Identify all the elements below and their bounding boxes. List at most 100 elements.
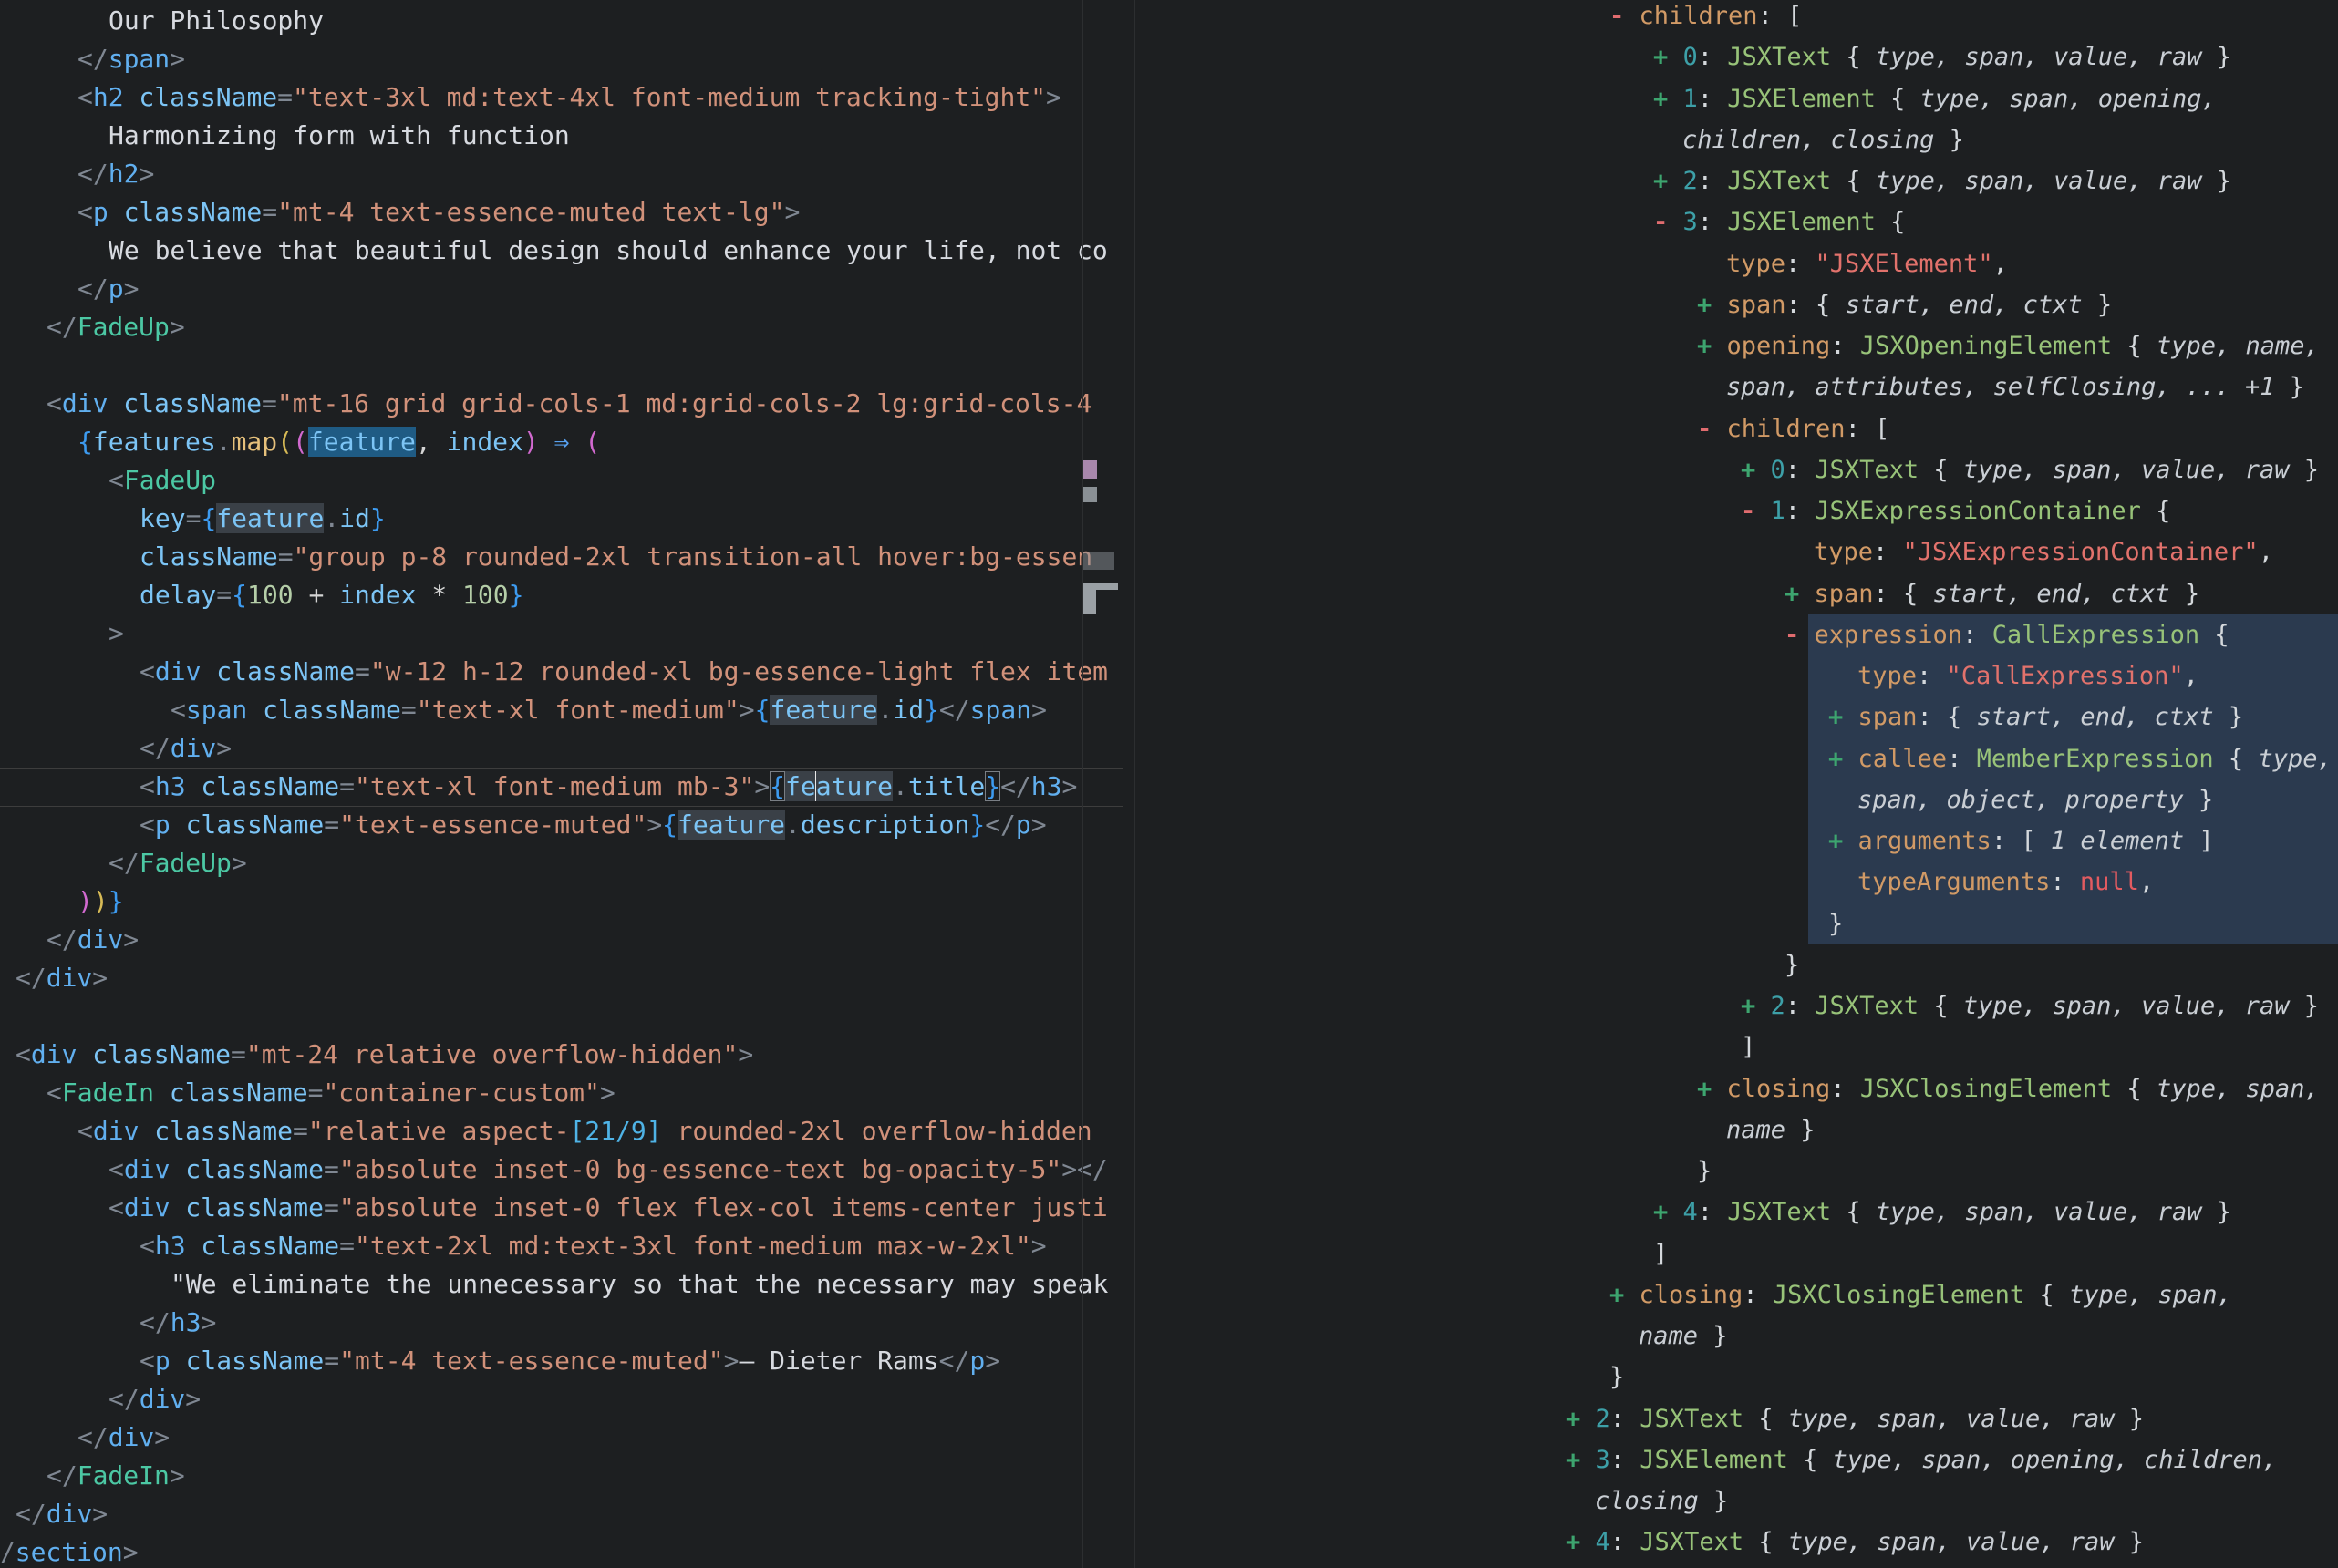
code-line[interactable]: <div className="absolute inset-0 bg-esse… xyxy=(0,1150,1123,1189)
expand-toggle-icon[interactable]: + xyxy=(1785,580,1815,608)
code-line[interactable]: </div> xyxy=(0,1495,1123,1533)
expand-toggle-icon[interactable]: + xyxy=(1566,1405,1596,1433)
ast-row[interactable]: + span: { start, end, ctxt } xyxy=(1135,573,2338,614)
ast-row[interactable]: - children: [ xyxy=(1135,0,2338,36)
code-line[interactable]: </p> xyxy=(0,270,1123,308)
expand-toggle-icon[interactable]: + xyxy=(1653,85,1683,113)
code-line-blank[interactable] xyxy=(0,346,1123,385)
code-line[interactable]: <span className="text-xl font-medium">{f… xyxy=(0,691,1123,729)
ast-row[interactable]: } xyxy=(1135,1357,2338,1398)
code-line[interactable]: <p className="mt-4 text-essence-muted">—… xyxy=(0,1342,1123,1380)
code-line[interactable]: <div className="mt-16 grid grid-cols-1 m… xyxy=(0,385,1123,423)
code-line[interactable]: <div className="w-12 h-12 rounded-xl bg-… xyxy=(0,653,1123,691)
code-line[interactable]: "We eliminate the unnecessary so that th… xyxy=(0,1265,1123,1304)
collapse-toggle-icon[interactable]: - xyxy=(1785,621,1815,649)
code-line[interactable]: <h3 className="text-xl font-medium mb-3"… xyxy=(0,768,1123,806)
code-line[interactable]: <h2 className="text-3xl md:text-4xl font… xyxy=(0,78,1123,117)
expand-toggle-icon[interactable]: + xyxy=(1609,1281,1640,1309)
ast-row[interactable]: ] xyxy=(1135,1233,2338,1274)
code-line[interactable]: <p className="text-essence-muted">{featu… xyxy=(0,806,1123,844)
code-line[interactable]: </div> xyxy=(0,1418,1123,1457)
collapse-toggle-icon[interactable]: - xyxy=(1741,497,1771,525)
collapse-toggle-icon[interactable]: - xyxy=(1609,2,1640,30)
ast-row[interactable]: name } xyxy=(1135,1315,2338,1357)
ast-row[interactable]: + 0: JSXText { type, span, value, raw } xyxy=(1135,449,2338,490)
code-line[interactable]: <div className="absolute inset-0 flex fl… xyxy=(0,1189,1123,1227)
ast-row[interactable]: closing } xyxy=(1135,1480,2338,1522)
code-line[interactable]: <FadeIn className="container-custom"> xyxy=(0,1074,1123,1112)
ast-row[interactable]: } xyxy=(1135,903,2338,944)
code-line[interactable]: Harmonizing form with function xyxy=(0,117,1123,155)
ast-row[interactable]: - expression: CallExpression { xyxy=(1135,614,2338,655)
ast-tree-pane[interactable]: - children: [+ 0: JSXText { type, span, … xyxy=(1135,0,2338,1568)
code-line[interactable]: </FadeUp> xyxy=(0,308,1123,346)
expand-toggle-icon[interactable]: + xyxy=(1697,332,1727,360)
collapse-toggle-icon[interactable]: - xyxy=(1697,415,1727,443)
expand-toggle-icon[interactable]: + xyxy=(1741,456,1771,484)
ast-row[interactable]: name } xyxy=(1135,1109,2338,1150)
code-line[interactable]: key={feature.id} xyxy=(0,500,1123,538)
code-line[interactable]: </div> xyxy=(0,1380,1123,1418)
code-line[interactable]: </FadeUp> xyxy=(0,844,1123,882)
code-line[interactable]: <div className="mt-24 relative overflow-… xyxy=(0,1036,1123,1074)
ast-row[interactable]: + arguments: [ 1 element ] xyxy=(1135,820,2338,861)
code-line[interactable]: <div className="relative aspect-[21/9] r… xyxy=(0,1112,1123,1150)
ast-row[interactable]: - 1: JSXExpressionContainer { xyxy=(1135,490,2338,531)
code-line[interactable]: </section> xyxy=(0,1533,1123,1568)
ast-row[interactable]: type: "CallExpression", xyxy=(1135,655,2338,696)
code-line[interactable]: <FadeUp xyxy=(0,461,1123,500)
expand-toggle-icon[interactable]: + xyxy=(1653,167,1683,195)
code-editor-pane[interactable]: Our Philosophy</span><h2 className="text… xyxy=(0,0,1123,1568)
ast-row[interactable]: children, closing } xyxy=(1135,119,2338,160)
ast-row[interactable]: typeArguments: null, xyxy=(1135,861,2338,903)
ast-row[interactable]: + 3: JSXElement { type, span, opening, c… xyxy=(1135,1439,2338,1480)
ast-row[interactable]: + closing: JSXClosingElement { type, spa… xyxy=(1135,1068,2338,1109)
code-line[interactable]: className="group p-8 rounded-2xl transit… xyxy=(0,538,1123,576)
ast-row[interactable]: + callee: MemberExpression { type, xyxy=(1135,738,2338,779)
expand-toggle-icon[interactable]: + xyxy=(1828,745,1858,773)
expand-toggle-icon[interactable]: + xyxy=(1697,291,1727,319)
code-line[interactable]: We believe that beautiful design should … xyxy=(0,232,1123,270)
ast-row[interactable]: + 2: JSXText { type, span, value, raw } xyxy=(1135,985,2338,1026)
code-line[interactable]: </div> xyxy=(0,959,1123,997)
code-line[interactable]: </div> xyxy=(0,921,1123,959)
code-line[interactable]: </h2> xyxy=(0,155,1123,193)
code-line[interactable]: {features.map((feature, index) ⇒ ( xyxy=(0,423,1123,461)
ast-row[interactable]: + closing: JSXClosingElement { type, spa… xyxy=(1135,1274,2338,1315)
ast-row[interactable]: + 2: JSXText { type, span, value, raw } xyxy=(1135,160,2338,201)
ast-row[interactable]: + 4: JSXText { type, span, value, raw } xyxy=(1135,1522,2338,1563)
ast-row[interactable]: + span: { start, end, ctxt } xyxy=(1135,696,2338,738)
ast-row[interactable]: } xyxy=(1135,944,2338,985)
expand-toggle-icon[interactable]: + xyxy=(1566,1528,1596,1556)
expand-toggle-icon[interactable]: + xyxy=(1566,1446,1596,1474)
code-line[interactable]: </h3> xyxy=(0,1304,1123,1342)
ast-row[interactable]: + 4: JSXText { type, span, value, raw } xyxy=(1135,1191,2338,1233)
ast-row[interactable]: + span: { start, end, ctxt } xyxy=(1135,284,2338,325)
ast-row[interactable]: span, object, property } xyxy=(1135,779,2338,820)
ast-row[interactable]: span, attributes, selfClosing, ... +1 } xyxy=(1135,366,2338,407)
ast-row[interactable]: ] xyxy=(1135,1026,2338,1068)
expand-toggle-icon[interactable]: + xyxy=(1828,703,1858,731)
ast-row[interactable]: type: "JSXElement", xyxy=(1135,243,2338,284)
ast-row[interactable]: } xyxy=(1135,1150,2338,1191)
code-line[interactable]: ))} xyxy=(0,882,1123,921)
code-line[interactable]: <h3 className="text-2xl md:text-3xl font… xyxy=(0,1227,1123,1265)
code-line[interactable]: > xyxy=(0,614,1123,653)
code-line[interactable]: delay={100 + index * 100} xyxy=(0,576,1123,614)
ast-row[interactable]: type: "JSXExpressionContainer", xyxy=(1135,531,2338,573)
ast-row[interactable]: + 0: JSXText { type, span, value, raw } xyxy=(1135,36,2338,77)
ast-row[interactable]: + 1: JSXElement { type, span, opening, xyxy=(1135,78,2338,119)
expand-toggle-icon[interactable]: + xyxy=(1653,1198,1683,1226)
ast-row[interactable]: + 2: JSXText { type, span, value, raw } xyxy=(1135,1398,2338,1439)
ast-row[interactable]: - 3: JSXElement { xyxy=(1135,201,2338,242)
expand-toggle-icon[interactable]: + xyxy=(1697,1075,1727,1103)
code-line[interactable]: <p className="mt-4 text-essence-muted te… xyxy=(0,193,1123,232)
collapse-toggle-icon[interactable]: - xyxy=(1653,208,1683,236)
expand-toggle-icon[interactable]: + xyxy=(1653,43,1683,71)
code-line[interactable]: </span> xyxy=(0,40,1123,78)
code-line-blank[interactable] xyxy=(0,997,1123,1036)
ast-row[interactable]: - children: [ xyxy=(1135,408,2338,449)
code-line[interactable]: </div> xyxy=(0,729,1123,768)
code-line[interactable]: Our Philosophy xyxy=(0,2,1123,40)
expand-toggle-icon[interactable]: + xyxy=(1741,992,1771,1020)
